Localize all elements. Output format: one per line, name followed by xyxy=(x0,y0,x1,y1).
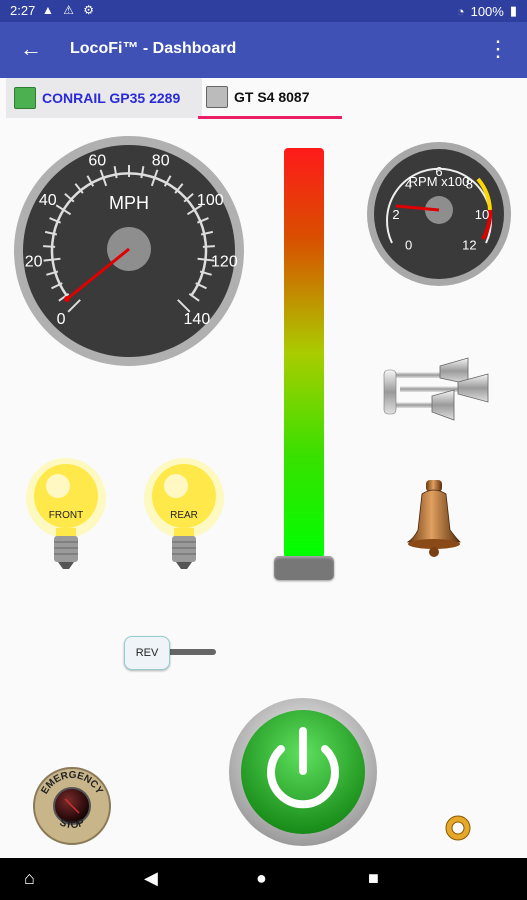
overflow-menu-icon[interactable]: ⋮ xyxy=(487,36,509,62)
direction-label: REV xyxy=(135,647,159,659)
app-bar: ← LocoFi™ - Dashboard ⋮ xyxy=(0,22,527,78)
gauge-tick-label: 120 xyxy=(211,254,238,271)
gauge-tick-label: 2 xyxy=(392,207,399,222)
front-light-label: FRONT xyxy=(49,510,83,521)
wifi-icon: ◔ xyxy=(456,3,465,19)
gauge-tick-label: 0 xyxy=(57,311,66,328)
back-arrow-icon[interactable]: ← xyxy=(20,36,42,62)
home-circle-icon[interactable]: ● xyxy=(256,868,267,889)
gauge-tick-label: 12 xyxy=(462,237,476,252)
speed-unit: MPH xyxy=(109,193,149,213)
locomotive-green-icon xyxy=(14,87,36,109)
bell-button[interactable] xyxy=(406,478,462,558)
gauge-tick xyxy=(43,245,56,248)
recents-square-icon[interactable]: ■ xyxy=(368,868,379,889)
notification-icons: ▲ ⚠ ⚙ xyxy=(42,3,98,17)
gauge-tick-label: 60 xyxy=(88,152,106,169)
gauge-tick-label: 0 xyxy=(405,237,412,252)
gauge-tick-label: 20 xyxy=(25,254,43,271)
tab-conrail[interactable]: CONRAIL GP35 2289 xyxy=(6,78,202,118)
front-light-bulb[interactable]: FRONT xyxy=(24,456,108,576)
gauge-tick-label: 100 xyxy=(197,192,224,209)
speedometer-gauge: MPH 0 20 40 60 80 100 120 140 xyxy=(12,134,246,368)
rpm-unit: RPM x100 xyxy=(409,174,470,189)
gauge-tick-label: 10 xyxy=(475,207,489,222)
battery-percent: 100% xyxy=(470,3,504,19)
horn-button[interactable] xyxy=(380,356,492,428)
loco-tabs: CONRAIL GP35 2289 GT S4 8087 xyxy=(0,78,527,122)
gauge-tick-label: 140 xyxy=(184,311,211,328)
home-launcher-icon[interactable]: ⌂ xyxy=(24,868,35,889)
tab-gt-s4[interactable]: GT S4 8087 xyxy=(198,78,342,119)
throttle-handle[interactable] xyxy=(274,556,334,580)
back-triangle-icon[interactable]: ◀ xyxy=(144,868,158,889)
power-button[interactable] xyxy=(228,697,378,847)
rear-light-bulb[interactable]: REAR xyxy=(142,456,226,576)
rear-light-label: REAR xyxy=(170,510,198,521)
tab-label: CONRAIL GP35 2289 xyxy=(42,90,181,106)
throttle-bar[interactable] xyxy=(284,148,324,558)
gauge-tick-label: 40 xyxy=(39,192,57,209)
emergency-stop-button[interactable]: EMERGENCY STOP xyxy=(32,766,112,846)
locomotive-gray-icon xyxy=(206,86,228,108)
direction-switch[interactable]: REV xyxy=(122,636,218,670)
gauge-tick xyxy=(202,245,215,248)
connection-ring-icon[interactable] xyxy=(444,814,472,842)
battery-icon: ▮ xyxy=(509,3,517,18)
direction-toggle-thumb[interactable]: REV xyxy=(124,636,170,670)
gauge-tick-label: 80 xyxy=(152,152,170,169)
page-title: LocoFi™ - Dashboard xyxy=(70,40,237,57)
system-nav-bar: ⌂ ◀ ● ■ xyxy=(0,858,527,900)
tab-label: GT S4 8087 xyxy=(234,89,310,105)
rpm-gauge: 0 2 4 6 8 10 12 RPM x100 xyxy=(362,142,516,286)
status-bar: 2:27 ▲ ⚠ ⚙ ◔ 100% ▮ xyxy=(0,0,527,22)
status-time: 2:27 xyxy=(10,3,36,18)
